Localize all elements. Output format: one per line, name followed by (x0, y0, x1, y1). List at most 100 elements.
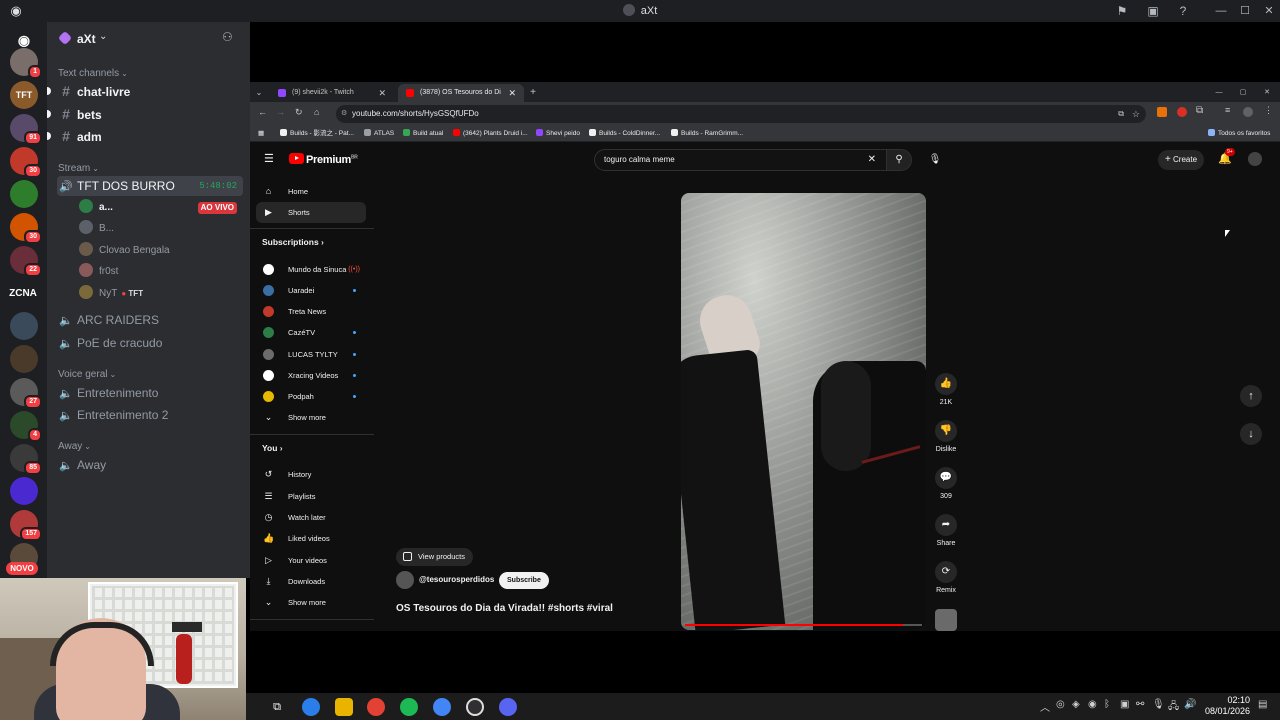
youtube-premium-logo[interactable]: PremiumBR (289, 153, 358, 166)
close-tab-icon[interactable]: ✕ (378, 84, 386, 102)
forward-icon[interactable]: → (276, 107, 285, 117)
bluetooth-icon[interactable]: ᛒ (1104, 699, 1110, 710)
server-icon[interactable] (10, 312, 38, 340)
back-icon[interactable]: ← (258, 107, 267, 117)
voice-user[interactable]: Clovao Bengala (79, 241, 245, 261)
subscription-channel[interactable]: Xracing Videos (256, 365, 366, 386)
minimize-button[interactable]: — (1209, 2, 1233, 20)
dislike-button[interactable]: 👎 Dislike (931, 420, 961, 453)
tab-youtube[interactable]: (3878) OS Tesouros do Di ✕ (398, 84, 524, 102)
home-icon[interactable]: ⌂ (314, 107, 319, 117)
server-icon[interactable]: 91 (10, 114, 42, 145)
bookmark-item[interactable]: Build atual (403, 128, 443, 140)
maximize-button[interactable]: ▢ (1236, 84, 1250, 102)
tray-app-icon[interactable]: ◉ (1088, 699, 1097, 710)
screen-share-icon[interactable]: ▣ (1145, 3, 1161, 19)
account-avatar[interactable] (1248, 152, 1262, 166)
minimize-button[interactable]: — (1212, 84, 1226, 102)
kebab-menu-icon[interactable]: ⋮ (1264, 105, 1273, 116)
voice-channel-entretenimento-2[interactable]: 🔈 Entretenimento 2 (57, 405, 243, 425)
notification-center-icon[interactable]: ▤ (1258, 699, 1267, 710)
maximize-button[interactable]: ☐ (1233, 2, 1257, 20)
help-icon[interactable]: ? (1175, 3, 1191, 19)
new-tab-button[interactable]: + (526, 84, 540, 102)
bookmark-item[interactable]: Builds - ColdDinner... (589, 128, 660, 140)
server-icon[interactable]: 85 (10, 444, 42, 475)
server-icon[interactable] (10, 477, 38, 505)
extension-icon[interactable] (1157, 107, 1167, 117)
server-icon[interactable]: ZCNA (6, 279, 40, 307)
invite-icon[interactable]: ⚇ (222, 30, 233, 44)
server-icon[interactable]: 1 (10, 48, 42, 79)
bookmark-item[interactable]: Builds - RamGrimm... (671, 128, 743, 140)
subscription-channel[interactable]: Treta News (256, 301, 366, 322)
server-icon[interactable]: 157 (10, 510, 42, 541)
voice-channel-tft-dos-burro[interactable]: 🔊 TFT DOS BURRO 5:48:02 (57, 176, 243, 196)
subscribe-button[interactable]: Subscribe (499, 572, 549, 589)
category-voice-geral[interactable]: Voice geral ⌄ (58, 369, 116, 380)
system-clock[interactable]: 02:10 08/01/2026 (1205, 695, 1250, 717)
category-stream[interactable]: Stream ⌄ (58, 163, 99, 174)
server-icon[interactable]: 27 (10, 378, 42, 409)
search-button[interactable]: ⚲ (886, 149, 912, 171)
all-bookmarks-folder[interactable]: Todos os favoritos (1208, 128, 1270, 140)
microphone-icon[interactable]: 🎙 (1152, 699, 1165, 710)
nav-downloads[interactable]: ⤓ Downloads (256, 571, 366, 592)
apps-grid-icon[interactable]: ▦ (258, 128, 264, 140)
subscription-channel[interactable]: Mundo da Sinuca ((•)) (256, 259, 366, 280)
nav-home[interactable]: ⌂ Home (256, 181, 366, 202)
network-icon[interactable]: 🖧 (1168, 699, 1179, 716)
chrome-icon[interactable] (367, 698, 385, 716)
steam-tray-icon[interactable]: ◎ (1056, 699, 1065, 710)
server-icon[interactable]: 4 (10, 411, 42, 442)
volume-icon[interactable]: 🔊 (1184, 699, 1196, 710)
voice-channel-entretenimento[interactable]: 🔈 Entretenimento (57, 383, 243, 403)
channel-chat-livre[interactable]: # chat-livre (47, 81, 243, 101)
short-video-player[interactable] (681, 193, 926, 630)
share-button[interactable]: ➦ Share (931, 514, 961, 547)
nav-liked-videos[interactable]: 👍 Liked videos (256, 528, 366, 549)
subscription-channel[interactable]: Podpah (256, 386, 366, 407)
adblock-extension-icon[interactable] (1177, 107, 1187, 117)
server-icon[interactable]: 22 (10, 246, 42, 277)
show-more-you[interactable]: ⌄ Show more (256, 592, 366, 613)
extensions-puzzle-icon[interactable]: ⧉ (1196, 105, 1203, 116)
next-short-button[interactable]: ↓ (1240, 423, 1262, 445)
inbox-flag-icon[interactable]: ⚑ (1114, 3, 1130, 19)
category-text-channels[interactable]: Text channels ⌄ (58, 68, 128, 79)
server-icon[interactable]: 30 (10, 147, 42, 178)
view-products-button[interactable]: View products (396, 548, 473, 566)
nav-watch-later[interactable]: ◷ Watch later (256, 507, 366, 528)
tab-search-icon[interactable]: ⌄ (252, 84, 266, 102)
subscriptions-heading[interactable]: Subscriptions › (262, 237, 324, 247)
remix-button[interactable]: ⟳ Remix (931, 561, 961, 594)
bookmark-star-icon[interactable]: ☆ (1132, 105, 1140, 123)
close-button[interactable]: ✕ (1257, 2, 1280, 20)
bookmark-item[interactable]: ATLAS (364, 128, 394, 140)
address-bar[interactable]: ⚙ youtube.com/shorts/HysGSQfUFDo ⧉ ☆ (336, 105, 1146, 123)
copilot-icon[interactable] (302, 698, 320, 716)
voice-user[interactable]: NyT ● TFT (79, 284, 245, 304)
site-info-icon[interactable]: ⚙ (341, 105, 347, 123)
channel-avatar[interactable] (396, 571, 414, 589)
subscription-channel[interactable]: CazéTV (256, 322, 366, 343)
channel-adm[interactable]: # adm (47, 126, 243, 146)
voice-channel-poe[interactable]: 🔈 PoE de cracudo (57, 333, 243, 353)
close-tab-icon[interactable]: ✕ (508, 84, 516, 102)
clear-search-icon[interactable]: ✕ (868, 150, 876, 170)
comments-button[interactable]: 💬 309 (931, 467, 961, 500)
voice-search-button[interactable]: 🎙 (924, 149, 946, 171)
subscription-channel[interactable]: Uaradei (256, 280, 366, 301)
chrome-profile-icon[interactable] (433, 698, 451, 716)
close-button[interactable]: ✕ (1260, 84, 1274, 102)
channel-handle[interactable]: @tesourosperdidos (419, 575, 494, 584)
server-icon[interactable]: TFT (10, 81, 38, 109)
tray-app-icon[interactable]: ▣ (1120, 699, 1129, 710)
show-more-subscriptions[interactable]: ⌄ Show more (256, 407, 366, 428)
hamburger-menu-icon[interactable]: ☰ (264, 152, 274, 165)
bookmark-item[interactable]: Builds - 影流之 - Pat... (280, 128, 354, 140)
server-icon[interactable] (10, 180, 38, 208)
tray-overflow-icon[interactable]: ︿ (1040, 699, 1050, 714)
like-button[interactable]: 👍 21K (931, 373, 961, 406)
install-icon[interactable]: ⧉ (1118, 105, 1124, 123)
